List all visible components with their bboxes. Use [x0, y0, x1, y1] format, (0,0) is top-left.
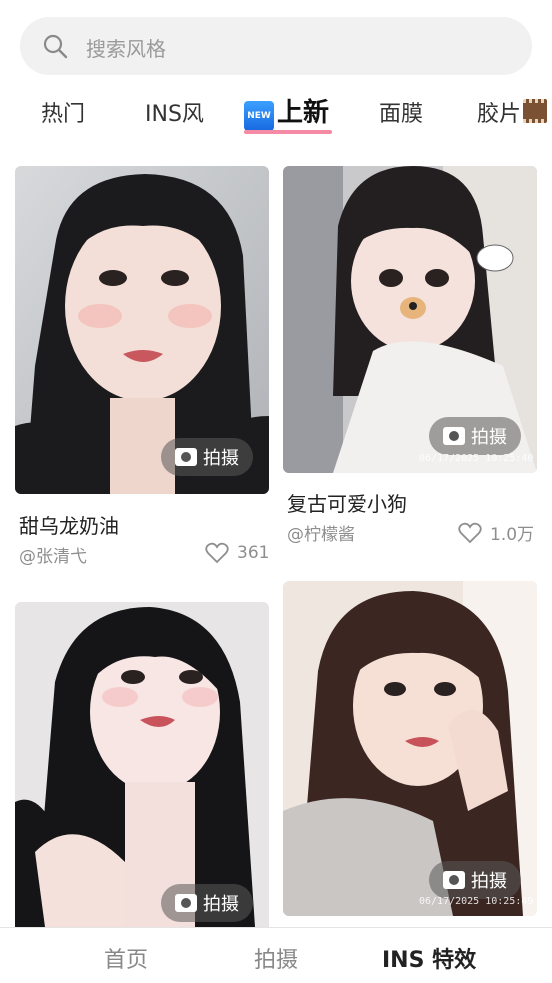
- tab-active-indicator: [244, 130, 332, 134]
- tab-ins[interactable]: INS风: [145, 96, 204, 128]
- card-photo: 拍摄: [15, 602, 269, 927]
- shoot-button[interactable]: 拍摄: [161, 438, 253, 476]
- camera-icon: [175, 894, 197, 912]
- tab-hot[interactable]: 热门: [41, 96, 85, 128]
- shoot-button[interactable]: 拍摄: [429, 417, 521, 455]
- category-tabs: 热门 INS风 NEW 上新 面膜 胶片: [0, 88, 552, 138]
- card-author[interactable]: @柠檬酱: [287, 520, 355, 545]
- shoot-button[interactable]: 拍摄: [429, 861, 521, 899]
- camera-icon: [175, 448, 197, 466]
- tab-film[interactable]: 胶片: [477, 96, 548, 128]
- shoot-label: 拍摄: [203, 894, 239, 915]
- card-likes[interactable]: 1.0万: [458, 520, 534, 545]
- photo-timestamp: 06/17/2025 10:25:40: [419, 453, 534, 464]
- search-bar[interactable]: 搜索风格: [20, 17, 532, 75]
- card-likes[interactable]: 361: [205, 542, 269, 564]
- likes-count: 361: [237, 543, 270, 563]
- tab-film-label: 胶片: [477, 102, 522, 127]
- nav-ins-effects[interactable]: INS 特效: [382, 942, 476, 974]
- camera-icon: [443, 871, 465, 889]
- tab-new-label: 上新: [277, 98, 330, 128]
- shoot-label: 拍摄: [471, 871, 507, 892]
- new-badge-icon: NEW: [244, 101, 274, 131]
- card-title: 甜乌龙奶油: [19, 514, 119, 538]
- heart-icon: [458, 522, 482, 543]
- search-icon: [42, 33, 68, 63]
- nav-home[interactable]: 首页: [104, 942, 148, 974]
- heart-icon: [205, 542, 229, 564]
- likes-count: 1.0万: [490, 525, 535, 545]
- film-icon: [523, 99, 548, 123]
- card-title: 复古可爱小狗: [287, 492, 407, 516]
- tab-new[interactable]: NEW 上新: [244, 92, 329, 131]
- card-photo: 拍摄 06/17/2025 10:25:49: [283, 581, 537, 916]
- shoot-button[interactable]: 拍摄: [161, 884, 253, 922]
- shoot-label: 拍摄: [203, 448, 239, 469]
- tab-mask[interactable]: 面膜: [379, 96, 423, 128]
- card-author[interactable]: @张清弋: [19, 542, 87, 567]
- photo-timestamp: 06/17/2025 10:25:49: [419, 896, 534, 907]
- shoot-label: 拍摄: [471, 427, 507, 448]
- bottom-nav: 首页 拍摄 INS 特效: [0, 927, 552, 983]
- card-photo: 拍摄: [15, 166, 269, 494]
- nav-shoot[interactable]: 拍摄: [254, 942, 298, 974]
- search-input[interactable]: 搜索风格: [86, 33, 166, 62]
- camera-icon: [443, 427, 465, 445]
- card-photo: 拍摄 06/17/2025 10:25:40: [283, 166, 537, 473]
